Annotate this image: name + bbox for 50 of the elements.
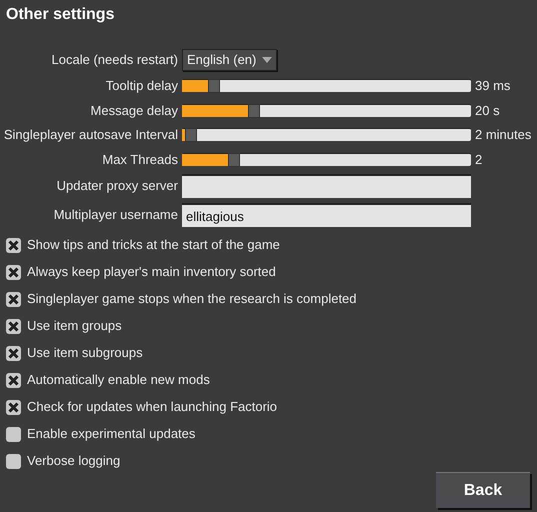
slider-track[interactable] <box>182 104 471 117</box>
slider-label: Singleplayer autosave Interval <box>2 126 178 144</box>
field-label: Locale (needs restart) <box>50 51 178 70</box>
slider-label: Message delay <box>90 102 178 120</box>
cross-icon <box>8 374 19 386</box>
cross-icon <box>8 402 19 412</box>
checkbox-label: Use item subgroups <box>27 344 143 362</box>
checkbox[interactable] <box>6 238 21 252</box>
checkbox-label: Enable experimental updates <box>27 425 196 444</box>
slider-track[interactable] <box>182 128 471 142</box>
cross-icon <box>8 266 19 278</box>
field-label: Updater proxy server <box>56 177 178 196</box>
checkbox-label: Singleplayer game stops when the research is completed <box>27 290 357 308</box>
checkbox-label: Show tips and tricks at the start of the game <box>27 236 280 254</box>
checkbox-label: Automatically enable new mods <box>27 371 210 390</box>
slider-handle[interactable] <box>184 128 197 142</box>
checkbox[interactable] <box>6 372 21 388</box>
checkbox[interactable] <box>6 454 21 468</box>
caret-icon <box>262 57 272 63</box>
checkbox[interactable] <box>6 426 21 442</box>
back-button[interactable]: Back <box>436 472 530 508</box>
checkbox-label: Always keep player's main inventory sorted <box>27 263 276 282</box>
slider-value: 2 minutes <box>475 126 532 144</box>
cross-icon <box>8 294 19 304</box>
section-title: Other settings <box>5 5 116 25</box>
checkbox[interactable] <box>6 318 21 334</box>
checkbox[interactable] <box>6 264 21 280</box>
slider-track[interactable] <box>182 152 471 166</box>
cross-icon <box>8 348 19 358</box>
checkbox-label: Use item groups <box>27 317 122 336</box>
checkbox-label: Check for updates when launching Factorio <box>27 398 278 416</box>
cross-icon <box>8 240 19 250</box>
checkbox[interactable] <box>6 292 21 306</box>
slider-handle[interactable] <box>228 152 240 167</box>
checkbox-label: Verbose logging <box>27 452 120 470</box>
locale-dropdown[interactable]: English (en) <box>182 49 278 71</box>
cross-icon <box>8 320 19 332</box>
slider-handle[interactable] <box>248 104 260 118</box>
slider-handle[interactable] <box>208 79 220 94</box>
slider-value: 2 <box>475 150 484 168</box>
slider-value: 39 ms <box>475 77 512 95</box>
field-label: Multiplayer username <box>52 206 178 224</box>
slider-label: Max Threads <box>101 150 178 168</box>
slider-track[interactable] <box>182 79 471 92</box>
slider-value: 20 s <box>475 102 501 120</box>
checkbox[interactable] <box>6 400 21 414</box>
slider-label: Tooltip delay <box>104 77 178 95</box>
text-field[interactable] <box>182 174 471 198</box>
text-field[interactable]: ellitagious <box>182 203 471 227</box>
checkbox[interactable] <box>6 346 21 360</box>
